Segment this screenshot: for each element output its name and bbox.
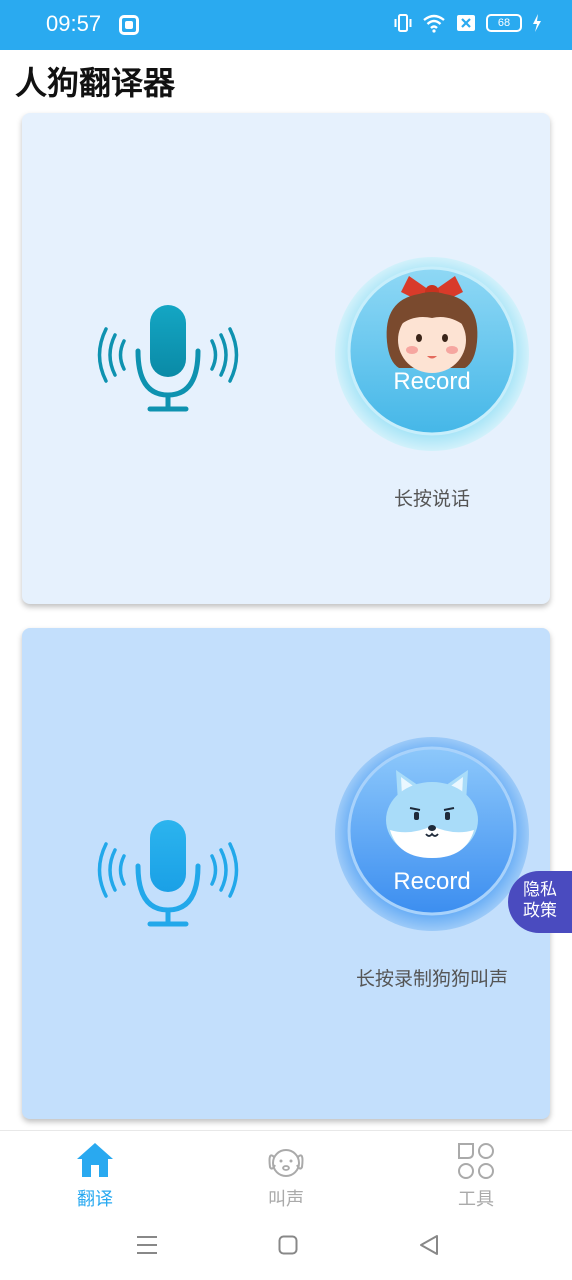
bark-caption: 长按录制狗狗叫声 [355, 968, 508, 990]
record-label: Record [393, 368, 471, 395]
home-square-icon[interactable] [278, 1235, 298, 1255]
charging-icon [533, 14, 541, 32]
dog-bark-card: Record 长按录制狗狗叫声 [22, 628, 550, 1119]
status-icons: 68 [394, 13, 542, 33]
tab-label: 翻译 [77, 1189, 113, 1210]
privacy-line2: 政策 [523, 901, 557, 921]
tab-label: 工具 [458, 1189, 494, 1210]
sim-blocked-icon [457, 15, 475, 31]
wifi-icon [423, 14, 445, 33]
microphone-icon [97, 820, 239, 927]
privacy-policy-button[interactable]: 隐私 政策 [508, 871, 572, 933]
menu-icon[interactable] [136, 1234, 158, 1256]
tab-tools[interactable]: 工具 [421, 1137, 531, 1210]
tab-bark-sounds[interactable]: 叫声 [231, 1137, 341, 1210]
battery-icon: 68 [486, 14, 522, 32]
record-label: Record [393, 868, 471, 895]
status-time: 09:57 [46, 11, 102, 36]
tools-grid-icon [458, 1143, 494, 1179]
page-title: 人狗翻译器 [15, 64, 176, 102]
app-notification-icon [119, 15, 139, 35]
human-speech-card: Record 长按说话 [22, 113, 550, 604]
dog-avatar-icon [386, 770, 478, 858]
vibrate-icon [394, 14, 412, 32]
tab-translate[interactable]: 翻译 [40, 1137, 150, 1210]
dog-face-icon [268, 1149, 304, 1177]
home-icon [77, 1143, 113, 1177]
bottom-tab-bar: 翻译 叫声 工具 [0, 1130, 572, 1210]
microphone-icon [97, 305, 239, 412]
speech-caption: 长按说话 [393, 488, 470, 510]
back-icon[interactable] [418, 1234, 440, 1256]
system-nav-bar [0, 1210, 572, 1280]
record-bark-button[interactable]: Record [334, 736, 530, 932]
status-bar: 09:57 68 [0, 0, 572, 50]
record-speech-button[interactable]: Record [334, 256, 530, 452]
privacy-line1: 隐私 [523, 880, 557, 900]
tab-label: 叫声 [268, 1189, 304, 1210]
girl-avatar-icon [386, 276, 478, 373]
